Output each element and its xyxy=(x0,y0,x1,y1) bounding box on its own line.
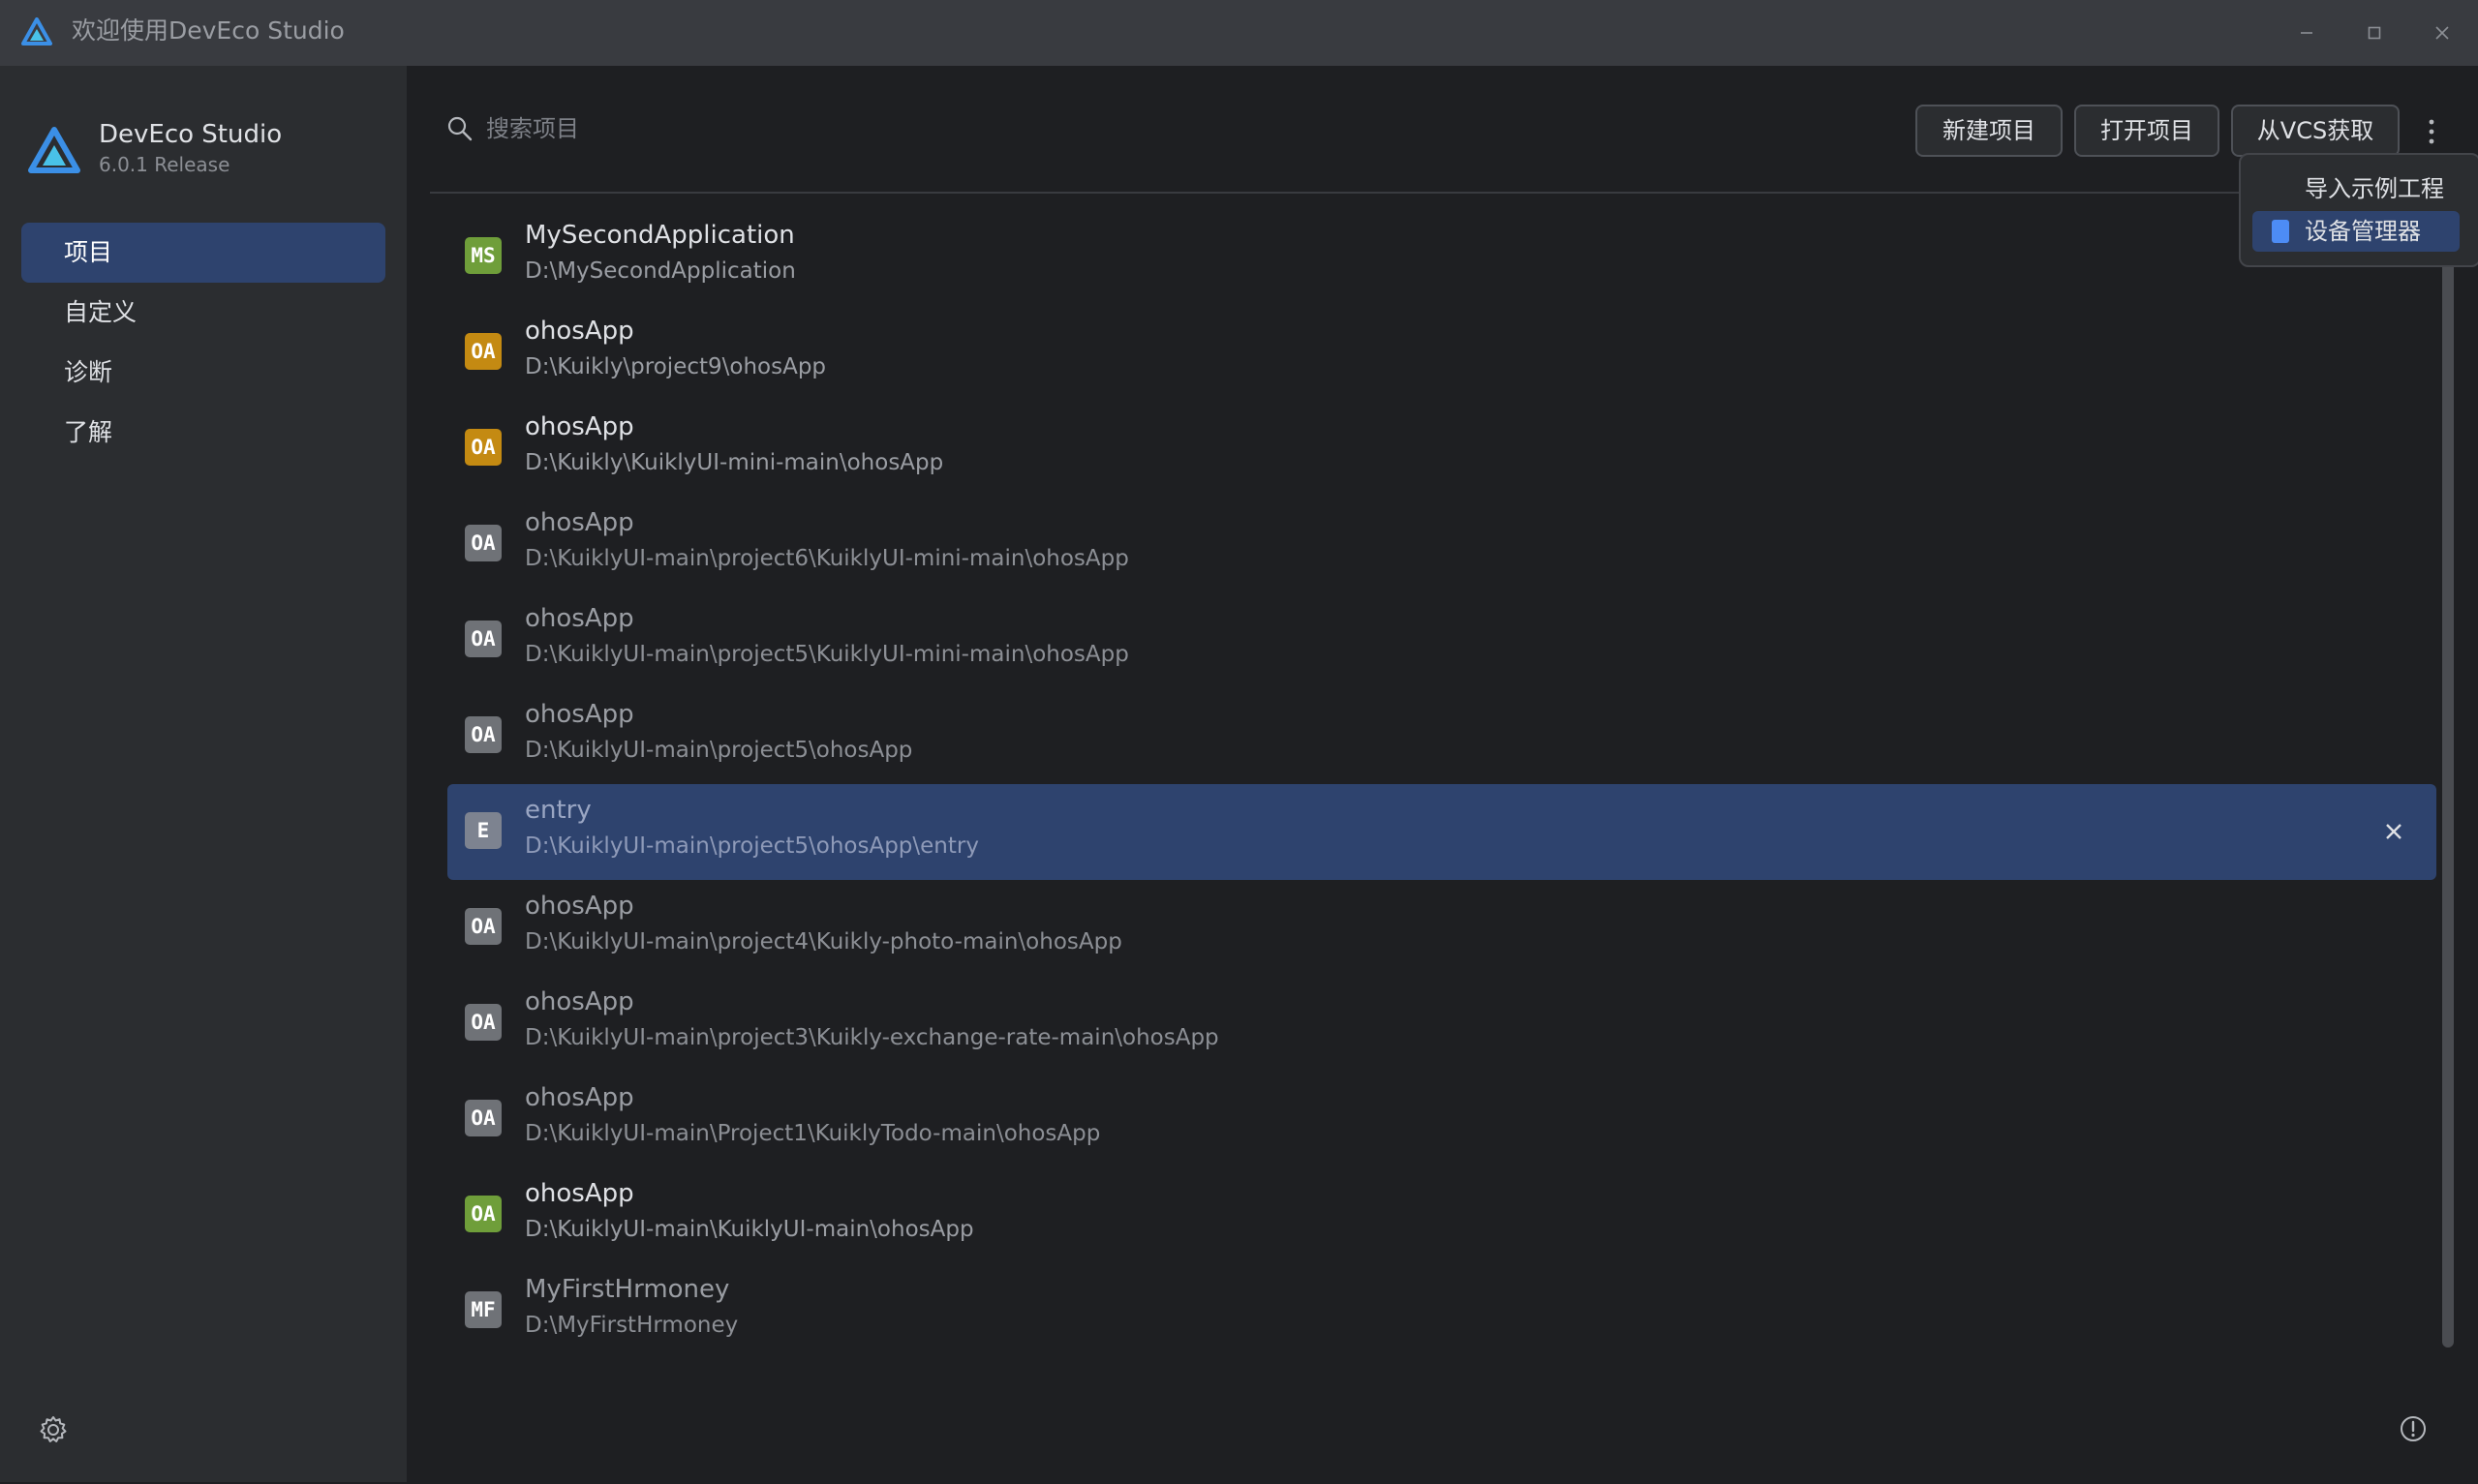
open-project-button[interactable]: 打开项目 xyxy=(2074,105,2219,157)
project-row[interactable]: OA ohosApp D:\KuiklyUI-main\project5\ohosA… xyxy=(447,688,2436,784)
menu-item-label: 导入示例工程 xyxy=(2305,175,2444,202)
search-icon xyxy=(447,116,473,141)
project-path: D:\KuiklyUI-main\project6\KuiklyUI-mini-… xyxy=(525,546,1129,571)
new-project-button[interactable]: 新建项目 xyxy=(1915,105,2063,157)
project-row[interactable]: OA ohosApp D:\KuiklyUI-main\project6\Kuikl… xyxy=(447,497,2436,592)
project-path: D:\Kuikly\project9\ohosApp xyxy=(525,354,827,379)
sidebar-item-projects[interactable]: 项目 xyxy=(21,223,385,283)
header-divider xyxy=(430,192,2467,194)
sidebar-nav: 项目 自定义 诊断 了解 xyxy=(21,223,385,463)
project-path: D:\KuiklyUI-main\project5\ohosApp\entry xyxy=(525,833,979,859)
project-name: ohosApp xyxy=(525,987,634,1016)
project-badge: MS xyxy=(465,237,502,274)
menu-item-label: 设备管理器 xyxy=(2305,218,2421,245)
project-row[interactable]: MS MySecondApplication D:\MySecondApplicat… xyxy=(447,209,2436,305)
project-badge: MF xyxy=(465,1291,502,1328)
sidebar-item-learn[interactable]: 了解 xyxy=(21,403,385,463)
brand-version: 6.0.1 Release xyxy=(99,153,230,176)
minimize-icon xyxy=(2301,32,2312,34)
project-name: ohosApp xyxy=(525,412,634,441)
project-row[interactable]: OA ohosApp D:\KuiklyUI-main\KuiklyUI-main\… xyxy=(447,1167,2436,1263)
main-panel: 新建项目 打开项目 从VCS获取 MS MySecondApplication D:… xyxy=(407,66,2478,1484)
close-icon xyxy=(2435,26,2449,40)
more-options-icon[interactable] xyxy=(2415,112,2448,151)
project-badge: OA xyxy=(465,908,502,945)
project-badge: OA xyxy=(465,1100,502,1136)
project-name: ohosApp xyxy=(525,1083,634,1112)
project-row[interactable]: OA ohosApp D:\KuiklyUI-main\project5\Kuikl… xyxy=(447,592,2436,688)
sidebar-item-customize[interactable]: 自定义 xyxy=(21,283,385,343)
project-row[interactable]: OA ohosApp D:\Kuikly\KuiklyUI-mini-main\oh… xyxy=(447,401,2436,497)
deveco-app-icon xyxy=(21,17,52,45)
project-name: MySecondApplication xyxy=(525,221,795,250)
close-window-button[interactable] xyxy=(2425,15,2460,50)
project-name: MyFirstHrmoney xyxy=(525,1275,730,1304)
sidebar: DevEco Studio 6.0.1 Release 项目 自定义 诊断 了解 xyxy=(0,66,407,1482)
project-row[interactable]: OA ohosApp D:\KuiklyUI-main\Project1\Kuikl… xyxy=(447,1072,2436,1167)
minimize-button[interactable] xyxy=(2289,15,2324,50)
project-path: D:\KuiklyUI-main\Project1\KuiklyTodo-mai… xyxy=(525,1121,1101,1146)
project-row[interactable]: Eentry D:\KuiklyUI-main\project5\ohosApp\… xyxy=(447,784,2436,880)
project-name: ohosApp xyxy=(525,1179,634,1208)
scrollbar[interactable] xyxy=(2442,259,2454,1348)
project-name: entry xyxy=(525,796,592,825)
project-badge: OA xyxy=(465,1004,502,1041)
brand-name: DevEco Studio xyxy=(99,120,283,149)
project-path: D:\KuiklyUI-main\KuiklyUI-main\ohosApp xyxy=(525,1217,974,1242)
project-path: D:\MySecondApplication xyxy=(525,258,796,284)
project-name: ohosApp xyxy=(525,892,634,921)
menu-item-import-sample[interactable]: 导入示例工程 xyxy=(2252,168,2460,209)
project-row[interactable]: MF MyFirstHrmoney D:\MyFirstHrmoney xyxy=(447,1263,2436,1359)
project-list: MS MySecondApplication D:\MySecondApplicat… xyxy=(447,209,2436,1359)
title-bar: 欢迎使用DevEco Studio xyxy=(0,0,2478,66)
project-badge: OA xyxy=(465,621,502,657)
search-input[interactable] xyxy=(486,105,1067,153)
project-path: D:\KuiklyUI-main\project4\Kuikly-photo-m… xyxy=(525,929,1122,954)
maximize-button[interactable] xyxy=(2357,15,2392,50)
info-icon[interactable] xyxy=(2396,1411,2431,1446)
project-path: D:\KuiklyUI-main\project3\Kuikly-exchang… xyxy=(525,1025,1219,1050)
menu-item-device-manager[interactable]: 设备管理器 xyxy=(2252,211,2460,252)
project-name: ohosApp xyxy=(525,604,634,633)
sidebar-item-diagnostics[interactable]: 诊断 xyxy=(21,343,385,403)
maximize-icon xyxy=(2368,26,2381,40)
window-title: 欢迎使用DevEco Studio xyxy=(72,16,345,45)
project-badge: OA xyxy=(465,1196,502,1232)
project-path: D:\KuiklyUI-main\project5\ohosApp xyxy=(525,738,913,763)
project-name: ohosApp xyxy=(525,508,634,537)
project-badge: OA xyxy=(465,333,502,370)
project-badge: OA xyxy=(465,525,502,561)
gear-icon[interactable] xyxy=(37,1413,70,1446)
deveco-logo-icon xyxy=(28,127,80,173)
project-row[interactable]: OA ohosApp D:\KuiklyUI-main\project3\Kuikl… xyxy=(447,976,2436,1072)
project-path: D:\KuiklyUI-main\project5\KuiklyUI-mini-… xyxy=(525,642,1129,667)
project-badge: OA xyxy=(465,429,502,466)
get-from-vcs-button[interactable]: 从VCS获取 xyxy=(2231,105,2400,157)
project-name: ohosApp xyxy=(525,700,634,729)
project-badge: OA xyxy=(465,716,502,753)
remove-project-icon[interactable] xyxy=(2378,816,2409,847)
project-path: D:\MyFirstHrmoney xyxy=(525,1313,739,1338)
project-path: D:\Kuikly\KuiklyUI-mini-main\ohosApp xyxy=(525,450,944,475)
more-options-menu: 导入示例工程 设备管理器 xyxy=(2239,153,2478,267)
project-badge: E xyxy=(465,812,502,849)
project-row[interactable]: OA ohosApp D:\KuiklyUI-main\project4\Kuikl… xyxy=(447,880,2436,976)
project-row[interactable]: OA ohosApp D:\Kuikly\project9\ohosApp xyxy=(447,305,2436,401)
device-icon xyxy=(2272,220,2289,243)
project-name: ohosApp xyxy=(525,317,634,346)
